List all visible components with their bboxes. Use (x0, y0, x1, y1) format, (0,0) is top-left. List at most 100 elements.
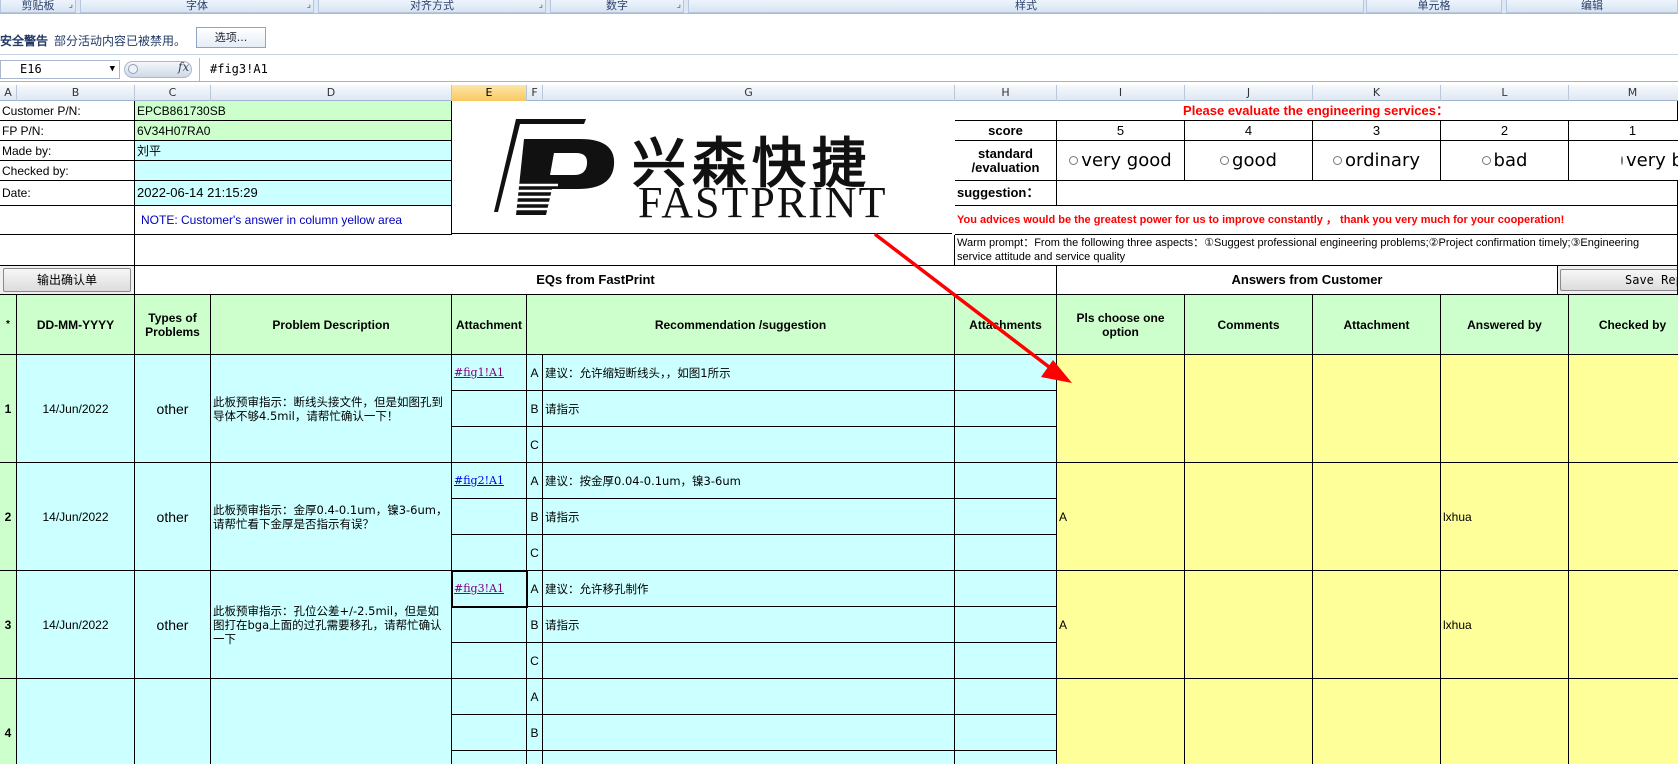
formula-input[interactable]: #fig3!A1 (199, 58, 1678, 81)
ribbon-group-styles[interactable]: 样式 (688, 0, 1364, 13)
column-header-e[interactable]: E (452, 85, 527, 101)
radio-icon[interactable] (1621, 156, 1623, 165)
insert-function-icon[interactable]: fx (178, 60, 189, 74)
customer-pn-value[interactable]: EPCB861730SB (135, 101, 452, 121)
attachments-cell[interactable] (955, 355, 1057, 391)
attachments-cell[interactable] (955, 427, 1057, 463)
column-header-d[interactable]: D (211, 85, 452, 101)
chevron-down-icon[interactable]: ▼ (110, 61, 115, 78)
attachment-link[interactable]: #fig2!A1 (452, 463, 527, 499)
ribbon-group-font[interactable]: 字体 ⌟ (80, 0, 314, 13)
export-confirmation-button[interactable]: 输出确认单 (3, 268, 131, 292)
checked-by-value[interactable] (135, 161, 452, 181)
column-header-j[interactable]: J (1185, 85, 1313, 101)
column-header-i[interactable]: I (1057, 85, 1185, 101)
fastprint-logo[interactable]: 兴森快捷 FASTPRINT (452, 101, 952, 234)
column-header-b[interactable]: B (17, 85, 135, 101)
row-problem: 此板预审指示：金厚0.4-0.1um，镍3-6um，请帮忙看下金厚是否指示有误？ (211, 463, 452, 571)
choice-cell[interactable] (1057, 679, 1185, 764)
choice-cell[interactable]: A (1057, 463, 1185, 571)
fp-pn-value[interactable]: 6V34H07RA0 (135, 121, 452, 141)
choice-cell[interactable] (1057, 355, 1185, 463)
row-date (17, 679, 135, 764)
option-good[interactable]: good (1185, 141, 1313, 181)
attachment-cell[interactable] (452, 643, 527, 679)
column-header-m[interactable]: M (1569, 85, 1678, 101)
row-type: other (135, 355, 211, 463)
attachment-cell[interactable] (452, 715, 527, 751)
attachment-cell[interactable] (452, 427, 527, 463)
option-ordinary[interactable]: ordinary (1313, 141, 1441, 181)
attachment-cell[interactable] (452, 751, 527, 764)
dialog-launcher-icon[interactable]: ⌟ (307, 0, 311, 11)
ribbon-group-alignment[interactable]: 对齐方式 ⌟ (318, 0, 546, 13)
blank-cell[interactable] (135, 235, 955, 266)
answered-by-cell[interactable]: lxhua (1441, 571, 1569, 679)
checked-by-cell[interactable] (1569, 355, 1678, 463)
dialog-launcher-icon[interactable]: ⌟ (677, 0, 681, 11)
comments-cell[interactable] (1185, 679, 1313, 764)
suggestion-input[interactable] (1057, 181, 1678, 206)
answered-by-cell[interactable]: lxhua (1441, 463, 1569, 571)
checked-by-cell[interactable] (1569, 571, 1678, 679)
ribbon-group-clipboard[interactable]: 剪贴板 ⌟ (0, 0, 76, 13)
save-reply-button[interactable]: Save Reply (1560, 269, 1677, 291)
option-very-good[interactable]: very good (1057, 141, 1185, 181)
answered-by-cell[interactable] (1441, 679, 1569, 764)
column-header-g[interactable]: G (543, 85, 955, 101)
attachments-cell[interactable] (955, 535, 1057, 571)
ribbon-group-editing[interactable]: 编辑 (1506, 0, 1678, 13)
options-button[interactable]: 选项... (196, 27, 266, 48)
checked-by-cell[interactable] (1569, 679, 1678, 764)
comments-cell[interactable] (1185, 355, 1313, 463)
radio-icon[interactable] (1220, 156, 1230, 165)
attachment-cell[interactable] (452, 535, 527, 571)
attachments-cell[interactable] (955, 679, 1057, 715)
radio-icon[interactable] (1332, 156, 1342, 165)
checked-by-cell[interactable] (1569, 463, 1678, 571)
customer-attachment-cell[interactable] (1313, 355, 1441, 463)
blank-cell[interactable] (0, 206, 135, 235)
attachment-cell[interactable] (452, 499, 527, 535)
column-header-l[interactable]: L (1441, 85, 1569, 101)
attachments-cell[interactable] (955, 571, 1057, 607)
answered-by-cell[interactable] (1441, 355, 1569, 463)
attachments-cell[interactable] (955, 643, 1057, 679)
column-header-k[interactable]: K (1313, 85, 1441, 101)
dialog-launcher-icon[interactable]: ⌟ (69, 0, 73, 11)
dialog-launcher-icon[interactable]: ⌟ (539, 0, 543, 11)
ribbon-group-cells[interactable]: 单元格 (1366, 0, 1502, 13)
option-bad[interactable]: bad (1441, 141, 1569, 181)
date-value[interactable]: 2022-06-14 21:15:29 (135, 181, 452, 206)
radio-icon[interactable] (1069, 156, 1079, 165)
column-header-a[interactable]: A (0, 85, 17, 101)
customer-attachment-cell[interactable] (1313, 463, 1441, 571)
ribbon-group-number[interactable]: 数字 ⌟ (550, 0, 684, 13)
comments-cell[interactable] (1185, 463, 1313, 571)
made-by-value[interactable]: 刘平 (135, 141, 452, 161)
attachments-cell[interactable] (955, 715, 1057, 751)
column-header-h[interactable]: H (955, 85, 1057, 101)
attachments-cell[interactable] (955, 751, 1057, 764)
attachments-cell[interactable] (955, 463, 1057, 499)
comments-cell[interactable] (1185, 571, 1313, 679)
attachment-cell[interactable] (452, 391, 527, 427)
column-header-f[interactable]: F (527, 85, 543, 101)
customer-attachment-cell[interactable] (1313, 571, 1441, 679)
attachment-link[interactable]: #fig3!A1 (452, 571, 527, 607)
customer-attachment-cell[interactable] (1313, 679, 1441, 764)
name-box[interactable]: E16 ▼ (0, 60, 120, 79)
attachment-cell[interactable] (452, 679, 527, 715)
attachment-link[interactable]: #fig1!A1 (452, 355, 527, 391)
column-header-c[interactable]: C (135, 85, 211, 101)
option-very-bad[interactable]: very bad (1569, 141, 1678, 181)
attachments-cell[interactable] (955, 607, 1057, 643)
attachment-cell[interactable] (452, 607, 527, 643)
radio-icon[interactable] (1481, 156, 1491, 165)
standard-evaluation-label: standard /evaluation (955, 141, 1057, 181)
row-problem (211, 679, 452, 764)
blank-cell[interactable] (0, 235, 135, 266)
attachments-cell[interactable] (955, 391, 1057, 427)
attachments-cell[interactable] (955, 499, 1057, 535)
choice-cell[interactable]: A (1057, 571, 1185, 679)
